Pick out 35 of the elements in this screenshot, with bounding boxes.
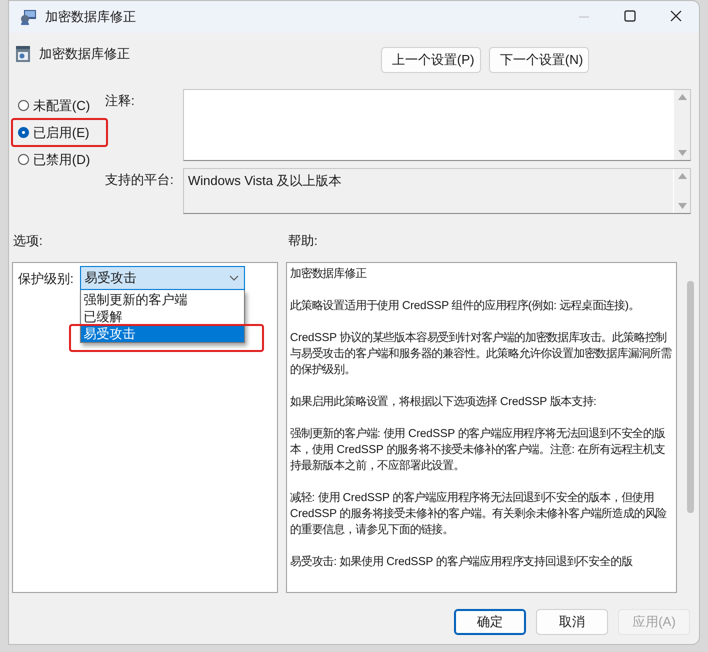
scroll-down-icon[interactable]	[678, 150, 686, 156]
radio-option[interactable]: 已启用(E)	[18, 119, 105, 146]
policy-title: 加密数据库修正	[39, 45, 130, 63]
help-paragraph: CredSSP 协议的某些版本容易受到针对客户端的加密数据库攻击。此策略控制与易受攻击的客户端和服务器的兼容性。此策略允许你设置加密数据库漏洞所需的保护级别。	[290, 330, 673, 378]
window-title: 加密数据库修正	[45, 8, 136, 26]
dialog-button[interactable]: 取消	[536, 609, 608, 635]
chevron-down-icon	[228, 275, 239, 281]
help-heading: 帮助:	[288, 232, 318, 250]
nav-button[interactable]: 上一个设置(P)	[381, 47, 481, 73]
help-paragraph: 加密数据库修正	[290, 266, 368, 282]
scroll-up-icon[interactable]	[678, 94, 686, 100]
protection-dropdown[interactable]: 易受攻击	[80, 266, 245, 290]
dropdown-option[interactable]: 易受攻击	[80, 325, 244, 342]
radio-option[interactable]: 已禁用(D)	[18, 146, 105, 173]
scroll-down-icon[interactable]	[678, 203, 686, 209]
dropdown-option[interactable]: 已缓解	[80, 308, 244, 325]
platform-label: 支持的平台:	[105, 171, 175, 189]
comment-field[interactable]	[183, 89, 691, 161]
scrollbar-thumb[interactable]	[687, 281, 694, 513]
nav-button[interactable]: 下一个设置(N)	[489, 47, 589, 73]
protection-label: 保护级别:	[18, 270, 74, 288]
policy-icon	[19, 8, 37, 26]
setting-icon	[15, 45, 31, 63]
dropdown-option[interactable]: 强制更新的客户端	[80, 291, 244, 308]
scroll-up-icon[interactable]	[678, 173, 686, 179]
help-paragraph: 减轻: 使用 CredSSP 的客户端应用程序将无法回退到不安全的版本，但使用 CredSSP 的服务将接受未修补的客户端。有关剩余未修补客户端所造成的风险的重要信息，请参见下面的链接。	[290, 490, 668, 538]
radio-option[interactable]: 未配置(C)	[18, 92, 105, 119]
help-paragraph: 易受攻击: 如果使用 CredSSP 的客户端应用程序支持回退到不安全的版	[290, 554, 634, 570]
help-paragraph: 此策略设置适用于使用 CredSSP 组件的应用程序(例如: 远程桌面连接)。	[290, 298, 641, 314]
platform-value: Windows Vista 及以上版本	[188, 173, 342, 188]
help-paragraph: 如果启用此策略设置，将根据以下选项选择 CredSSP 版本支持:	[290, 394, 598, 410]
dialog-button[interactable]: 确定	[454, 609, 526, 635]
options-heading: 选项:	[13, 232, 44, 250]
help-paragraph: 强制更新的客户端: 使用 CredSSP 的客户端应用程序将无法回退到不安全的版本，使用 CredSSP 的服务将不接受未修补的客户端。注意: 在所有远程主机支持最新版本之前，不应部署此设置。	[290, 426, 666, 474]
comment-label: 注释:	[105, 92, 136, 110]
